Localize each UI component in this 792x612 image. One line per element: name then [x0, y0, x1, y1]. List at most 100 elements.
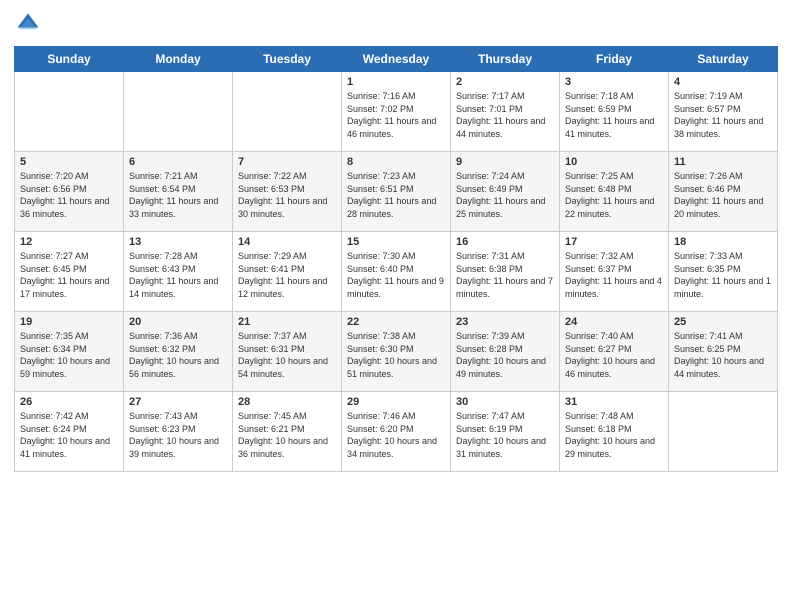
calendar-cell: 3 Sunrise: 7:18 AMSunset: 6:59 PMDaylight… — [560, 72, 669, 152]
week-row-0: 1Sunrise: 7:16 AMSunset: 7:02 PMDaylight… — [15, 72, 778, 152]
cell-info: Sunrise: 7:43 AMSunset: 6:23 PMDaylight:… — [129, 410, 227, 460]
day-number: 4 — [674, 76, 772, 88]
calendar-cell: 18Sunrise: 7:33 AMSunset: 6:35 PMDayligh… — [669, 232, 778, 312]
logo-icon — [14, 10, 42, 38]
day-number: 11 — [674, 156, 772, 168]
logo — [14, 10, 44, 38]
day-number: 2 — [456, 76, 554, 88]
calendar-cell: 12 Sunrise: 7:27 AMSunset: 6:45 PMDayligh… — [15, 232, 124, 312]
cell-info: Sunrise: 7:22 AMSunset: 6:53 PMDaylight:… — [238, 170, 336, 220]
calendar-cell: 17 Sunrise: 7:32 AMSunset: 6:37 PMDayligh… — [560, 232, 669, 312]
cell-info: Sunrise: 7:23 AMSunset: 6:51 PMDaylight:… — [347, 170, 445, 220]
calendar-cell: 11 Sunrise: 7:26 AMSunset: 6:46 PMDayligh… — [669, 152, 778, 232]
day-number: 13 — [129, 236, 227, 248]
day-number: 10 — [565, 156, 663, 168]
calendar-cell: 20Sunrise: 7:36 AMSunset: 6:32 PMDayligh… — [124, 312, 233, 392]
cell-info: Sunrise: 7:37 AMSunset: 6:31 PMDaylight:… — [238, 330, 336, 380]
calendar-cell: 21 Sunrise: 7:37 AMSunset: 6:31 PMDayligh… — [233, 312, 342, 392]
cell-info: Sunrise: 7:18 AMSunset: 6:59 PMDaylight:… — [565, 90, 663, 140]
weekday-wednesday: Wednesday — [342, 47, 451, 72]
weekday-monday: Monday — [124, 47, 233, 72]
cell-info: Sunrise: 7:27 AMSunset: 6:45 PMDaylight:… — [20, 250, 118, 300]
calendar-cell: 4Sunrise: 7:19 AMSunset: 6:57 PMDaylight… — [669, 72, 778, 152]
day-number: 22 — [347, 316, 445, 328]
cell-info: Sunrise: 7:46 AMSunset: 6:20 PMDaylight:… — [347, 410, 445, 460]
day-number: 31 — [565, 396, 663, 408]
cell-info: Sunrise: 7:38 AMSunset: 6:30 PMDaylight:… — [347, 330, 445, 380]
calendar-cell: 15Sunrise: 7:30 AMSunset: 6:40 PMDayligh… — [342, 232, 451, 312]
weekday-friday: Friday — [560, 47, 669, 72]
week-row-2: 12 Sunrise: 7:27 AMSunset: 6:45 PMDayligh… — [15, 232, 778, 312]
cell-info: Sunrise: 7:29 AMSunset: 6:41 PMDaylight:… — [238, 250, 336, 300]
day-number: 8 — [347, 156, 445, 168]
day-number: 12 — [20, 236, 118, 248]
cell-info: Sunrise: 7:20 AMSunset: 6:56 PMDaylight:… — [20, 170, 118, 220]
cell-info: Sunrise: 7:16 AMSunset: 7:02 PMDaylight:… — [347, 90, 445, 140]
day-number: 9 — [456, 156, 554, 168]
calendar-cell: 31 Sunrise: 7:48 AMSunset: 6:18 PMDayligh… — [560, 392, 669, 472]
day-number: 19 — [20, 316, 118, 328]
cell-info: Sunrise: 7:17 AMSunset: 7:01 PMDaylight:… — [456, 90, 554, 140]
weekday-saturday: Saturday — [669, 47, 778, 72]
day-number: 14 — [238, 236, 336, 248]
header — [14, 10, 778, 38]
calendar-table: SundayMondayTuesdayWednesdayThursdayFrid… — [14, 46, 778, 472]
calendar-cell: 8 Sunrise: 7:23 AMSunset: 6:51 PMDaylight… — [342, 152, 451, 232]
day-number: 25 — [674, 316, 772, 328]
calendar-cell: 5 Sunrise: 7:20 AMSunset: 6:56 PMDaylight… — [15, 152, 124, 232]
cell-info: Sunrise: 7:32 AMSunset: 6:37 PMDaylight:… — [565, 250, 663, 300]
calendar-cell: 7 Sunrise: 7:22 AMSunset: 6:53 PMDaylight… — [233, 152, 342, 232]
calendar-cell — [233, 72, 342, 152]
calendar-cell: 16Sunrise: 7:31 AMSunset: 6:38 PMDayligh… — [451, 232, 560, 312]
calendar-cell: 10 Sunrise: 7:25 AMSunset: 6:48 PMDayligh… — [560, 152, 669, 232]
calendar-cell: 24 Sunrise: 7:40 AMSunset: 6:27 PMDayligh… — [560, 312, 669, 392]
cell-info: Sunrise: 7:48 AMSunset: 6:18 PMDaylight:… — [565, 410, 663, 460]
cell-info: Sunrise: 7:21 AMSunset: 6:54 PMDaylight:… — [129, 170, 227, 220]
calendar-cell: 13 Sunrise: 7:28 AMSunset: 6:43 PMDayligh… — [124, 232, 233, 312]
weekday-thursday: Thursday — [451, 47, 560, 72]
day-number: 3 — [565, 76, 663, 88]
day-number: 21 — [238, 316, 336, 328]
cell-info: Sunrise: 7:28 AMSunset: 6:43 PMDaylight:… — [129, 250, 227, 300]
calendar-cell — [124, 72, 233, 152]
day-number: 7 — [238, 156, 336, 168]
cell-info: Sunrise: 7:35 AMSunset: 6:34 PMDaylight:… — [20, 330, 118, 380]
day-number: 20 — [129, 316, 227, 328]
cell-info: Sunrise: 7:47 AMSunset: 6:19 PMDaylight:… — [456, 410, 554, 460]
cell-info: Sunrise: 7:40 AMSunset: 6:27 PMDaylight:… — [565, 330, 663, 380]
calendar-cell: 2 Sunrise: 7:17 AMSunset: 7:01 PMDaylight… — [451, 72, 560, 152]
calendar-cell: 14 Sunrise: 7:29 AMSunset: 6:41 PMDayligh… — [233, 232, 342, 312]
calendar-cell: 29 Sunrise: 7:46 AMSunset: 6:20 PMDayligh… — [342, 392, 451, 472]
cell-info: Sunrise: 7:33 AMSunset: 6:35 PMDaylight:… — [674, 250, 772, 300]
calendar-cell: 1Sunrise: 7:16 AMSunset: 7:02 PMDaylight… — [342, 72, 451, 152]
cell-info: Sunrise: 7:24 AMSunset: 6:49 PMDaylight:… — [456, 170, 554, 220]
day-number: 29 — [347, 396, 445, 408]
calendar-cell: 23Sunrise: 7:39 AMSunset: 6:28 PMDayligh… — [451, 312, 560, 392]
day-number: 24 — [565, 316, 663, 328]
day-number: 28 — [238, 396, 336, 408]
weekday-header-row: SundayMondayTuesdayWednesdayThursdayFrid… — [15, 47, 778, 72]
cell-info: Sunrise: 7:31 AMSunset: 6:38 PMDaylight:… — [456, 250, 554, 300]
cell-info: Sunrise: 7:30 AMSunset: 6:40 PMDaylight:… — [347, 250, 445, 300]
calendar-cell: 26 Sunrise: 7:42 AMSunset: 6:24 PMDayligh… — [15, 392, 124, 472]
calendar-cell: 28 Sunrise: 7:45 AMSunset: 6:21 PMDayligh… — [233, 392, 342, 472]
cell-info: Sunrise: 7:42 AMSunset: 6:24 PMDaylight:… — [20, 410, 118, 460]
cell-info: Sunrise: 7:26 AMSunset: 6:46 PMDaylight:… — [674, 170, 772, 220]
cell-info: Sunrise: 7:45 AMSunset: 6:21 PMDaylight:… — [238, 410, 336, 460]
day-number: 27 — [129, 396, 227, 408]
cell-info: Sunrise: 7:25 AMSunset: 6:48 PMDaylight:… — [565, 170, 663, 220]
day-number: 5 — [20, 156, 118, 168]
week-row-3: 19 Sunrise: 7:35 AMSunset: 6:34 PMDayligh… — [15, 312, 778, 392]
cell-info: Sunrise: 7:41 AMSunset: 6:25 PMDaylight:… — [674, 330, 772, 380]
weekday-tuesday: Tuesday — [233, 47, 342, 72]
calendar-cell — [15, 72, 124, 152]
calendar-cell: 6Sunrise: 7:21 AMSunset: 6:54 PMDaylight… — [124, 152, 233, 232]
page: SundayMondayTuesdayWednesdayThursdayFrid… — [0, 0, 792, 612]
calendar-cell: 27 Sunrise: 7:43 AMSunset: 6:23 PMDayligh… — [124, 392, 233, 472]
day-number: 17 — [565, 236, 663, 248]
calendar-cell: 9 Sunrise: 7:24 AMSunset: 6:49 PMDaylight… — [451, 152, 560, 232]
day-number: 26 — [20, 396, 118, 408]
calendar-cell: 22 Sunrise: 7:38 AMSunset: 6:30 PMDayligh… — [342, 312, 451, 392]
weekday-sunday: Sunday — [15, 47, 124, 72]
week-row-4: 26 Sunrise: 7:42 AMSunset: 6:24 PMDayligh… — [15, 392, 778, 472]
